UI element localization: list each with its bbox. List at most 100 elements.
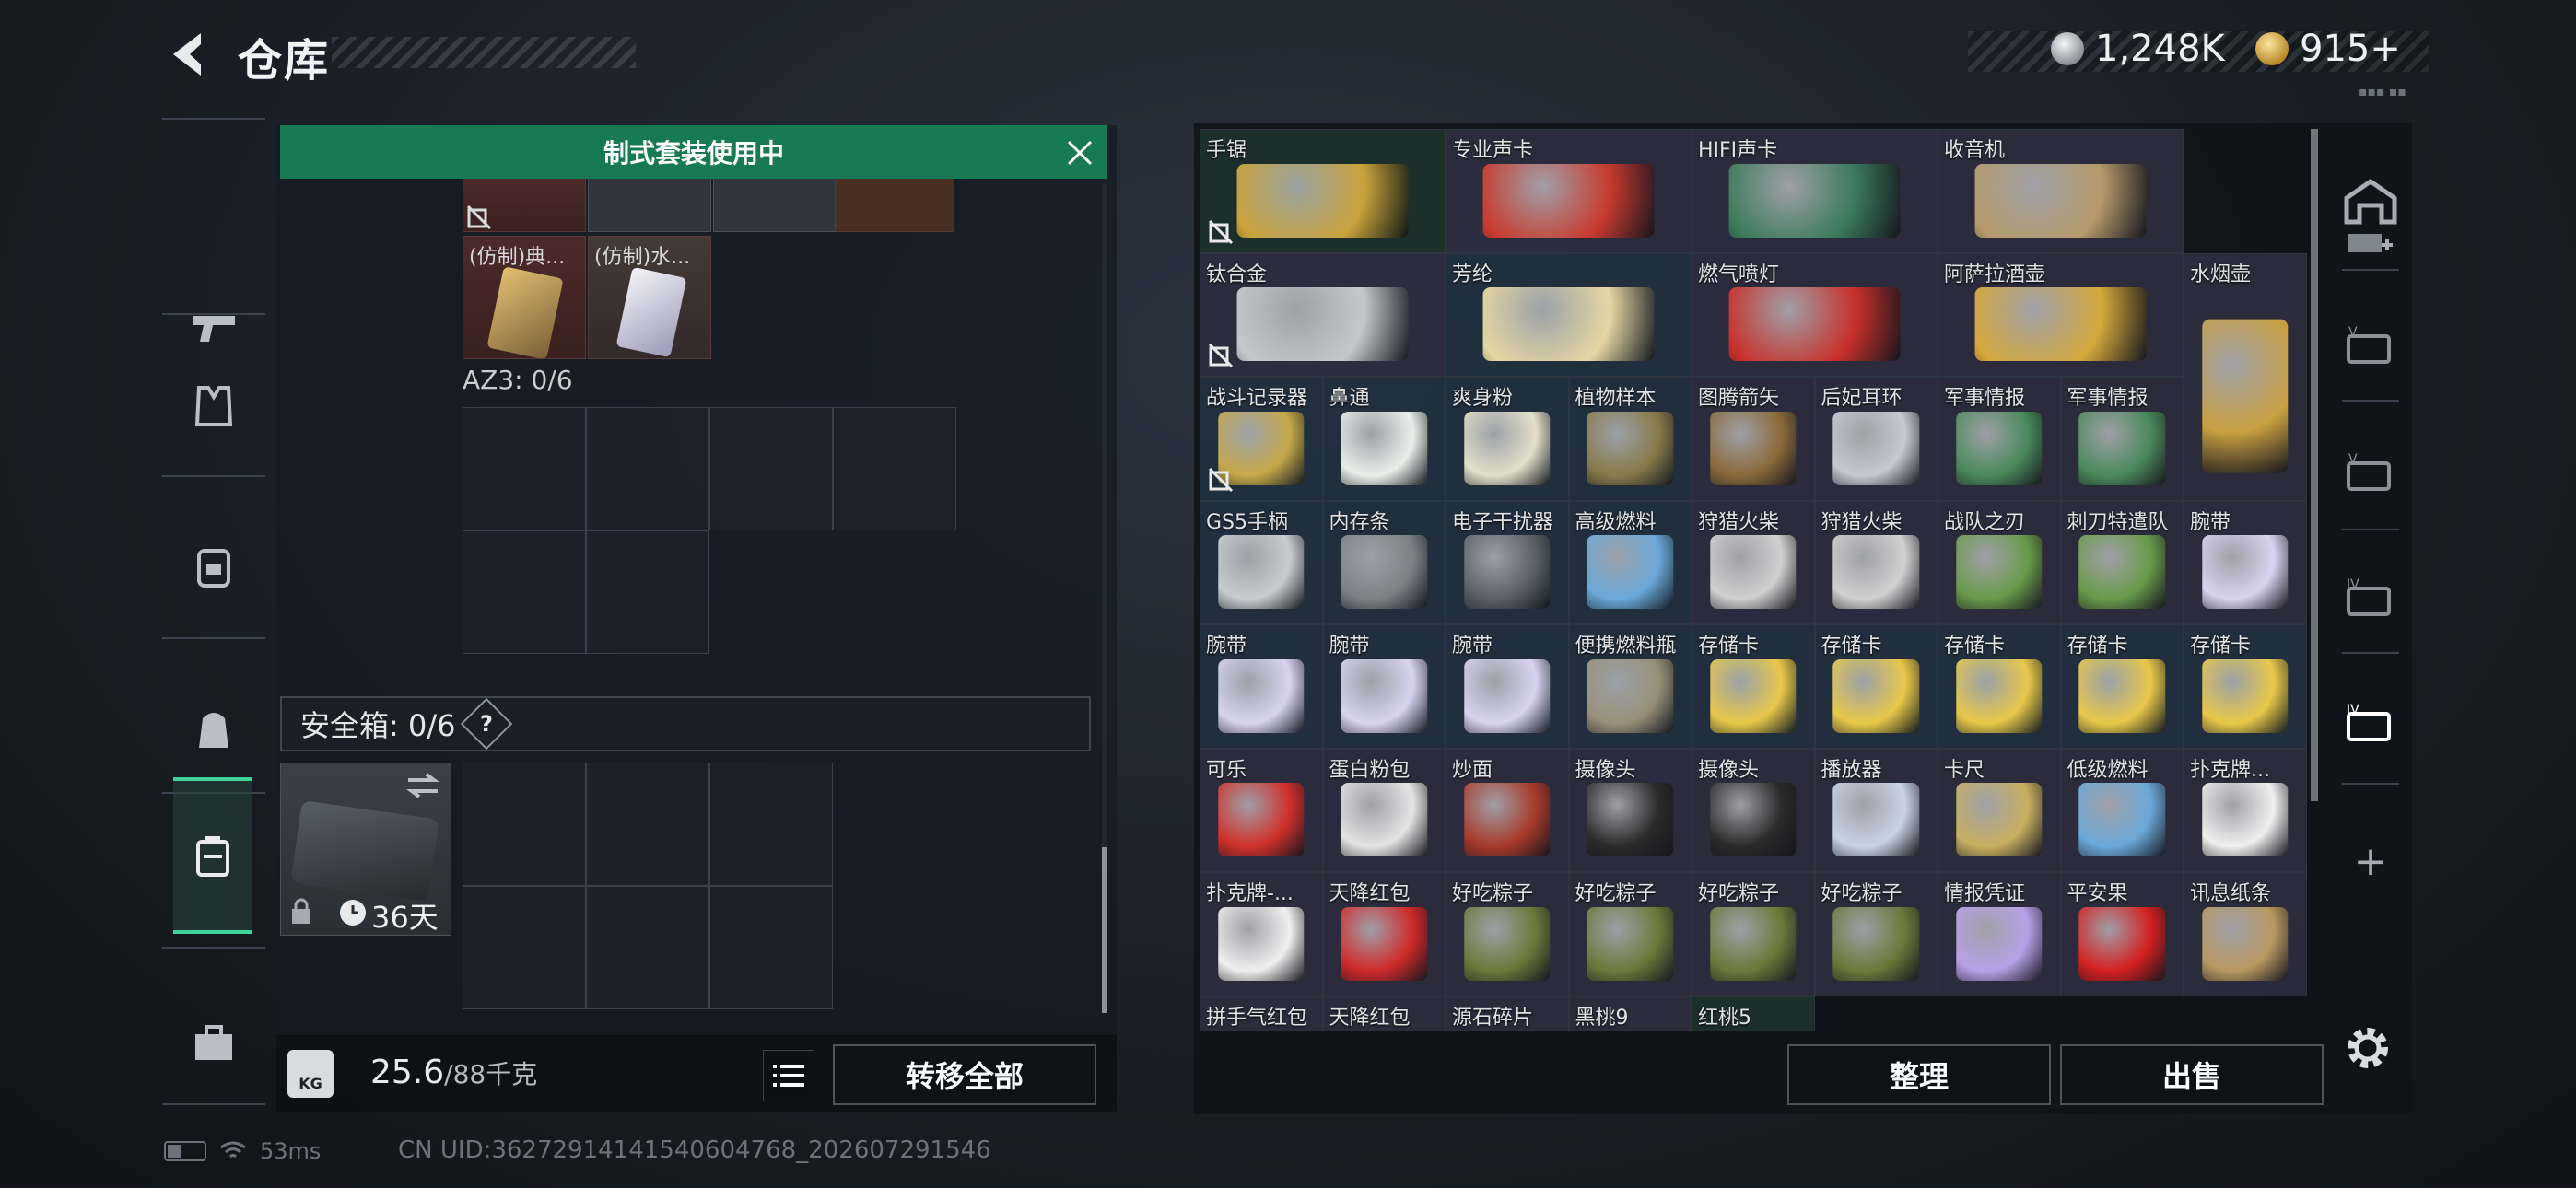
inventory-item[interactable]: 燃气喷灯 bbox=[1692, 252, 1938, 377]
inventory-item[interactable]: 天降红包 bbox=[1322, 872, 1446, 996]
tab-case-iv-1[interactable]: IV bbox=[2329, 538, 2412, 658]
inventory-item[interactable]: 可乐 bbox=[1200, 748, 1323, 872]
grid-slot[interactable] bbox=[463, 763, 586, 886]
inventory-item[interactable]: 平安果 bbox=[2060, 872, 2184, 996]
inventory-item[interactable]: 战队之刃 bbox=[1938, 500, 2061, 624]
inventory-item[interactable]: 讯息纸条 bbox=[2184, 872, 2307, 996]
grid-slot[interactable] bbox=[586, 407, 709, 530]
rail-rig[interactable] bbox=[162, 488, 265, 645]
inventory-item[interactable]: 狩猎火柴 bbox=[1692, 500, 1815, 624]
inventory-item[interactable]: 源石碎片 bbox=[1446, 996, 1569, 1031]
inventory-item[interactable]: 存储卡 bbox=[1938, 624, 2061, 749]
inventory-item[interactable]: 芳纶 bbox=[1446, 252, 1692, 377]
inventory-item[interactable]: 植物样本 bbox=[1568, 377, 1692, 501]
grid-slot[interactable] bbox=[586, 530, 709, 654]
inventory-item[interactable]: 腕带 bbox=[1200, 624, 1323, 749]
powder-can-icon bbox=[1464, 411, 1551, 485]
rail-safebox[interactable] bbox=[173, 777, 252, 934]
inventory-item[interactable]: 阿萨拉酒壶 bbox=[1938, 252, 2184, 377]
inventory-item[interactable]: 专业声卡 bbox=[1446, 129, 1692, 253]
inventory-item[interactable]: 摄像头 bbox=[1568, 748, 1692, 872]
inventory-item[interactable]: 扑克牌... bbox=[2184, 748, 2307, 872]
grid-slot[interactable] bbox=[709, 763, 833, 886]
grid-slot[interactable] bbox=[833, 407, 956, 530]
uid-text: CN UID:3627291414154060476​8_20260729154… bbox=[398, 1136, 991, 1164]
inventory-item[interactable]: HIFI声卡 bbox=[1692, 129, 1938, 253]
inventory-item[interactable]: 收音机 bbox=[1938, 129, 2184, 253]
banner-close-button[interactable] bbox=[1060, 133, 1100, 173]
grid-slot[interactable] bbox=[463, 407, 586, 530]
transfer-all-button[interactable]: 转移全部 bbox=[833, 1044, 1096, 1105]
inventory-item[interactable]: 军事情报 bbox=[1938, 377, 2061, 501]
inventory-item[interactable]: 水烟壶 bbox=[2184, 252, 2307, 501]
inventory-item[interactable]: 好吃粽子 bbox=[1446, 872, 1569, 996]
item-card[interactable]: (仿制)典... bbox=[463, 236, 586, 359]
item-name: 讯息纸条 bbox=[2190, 882, 2272, 905]
inventory-item[interactable]: 电子干扰器 bbox=[1446, 500, 1569, 624]
inventory-item[interactable]: 好吃粽子 bbox=[1692, 872, 1815, 996]
inventory-item[interactable]: 狩猎火柴 bbox=[1814, 500, 1938, 624]
silver-currency[interactable]: 1,248K bbox=[2051, 28, 2225, 70]
inventory-item[interactable]: 爽身粉 bbox=[1446, 377, 1569, 501]
inventory-item[interactable]: 播放器 bbox=[1814, 748, 1938, 872]
grid-slot[interactable] bbox=[709, 886, 833, 1009]
weight-readout: 25.6/88千克 bbox=[370, 1054, 538, 1091]
inventory-item[interactable]: 刺刀特遣队 bbox=[2060, 500, 2184, 624]
inventory-item[interactable]: 便携燃料瓶 bbox=[1568, 624, 1692, 749]
inventory-item[interactable]: GS5手柄 bbox=[1200, 500, 1323, 624]
tab-add-button[interactable]: + bbox=[2329, 801, 2412, 921]
inventory-item[interactable]: 好吃粽子 bbox=[1568, 872, 1692, 996]
gold-currency[interactable]: 915+ bbox=[2255, 28, 2401, 70]
back-button[interactable] bbox=[157, 26, 221, 83]
inventory-item[interactable]: 红桃5 bbox=[1692, 996, 1815, 1031]
inventory-item[interactable]: 腕带 bbox=[1446, 624, 1569, 749]
inventory-item[interactable]: 扑克牌-... bbox=[1200, 872, 1323, 996]
inventory-item[interactable]: 情报凭证 bbox=[1938, 872, 2061, 996]
inventory-item[interactable]: 后妃耳环 bbox=[1814, 377, 1938, 501]
settings-button[interactable] bbox=[2342, 1022, 2394, 1074]
tab-case-v-2[interactable]: V bbox=[2329, 413, 2412, 532]
grid-slot[interactable] bbox=[586, 886, 709, 1009]
inventory-item[interactable]: 存储卡 bbox=[2060, 624, 2184, 749]
inventory-item[interactable]: 低级燃料 bbox=[2060, 748, 2184, 872]
grid-slot[interactable] bbox=[586, 763, 709, 886]
inventory-item[interactable]: 拼手气红包 bbox=[1200, 996, 1323, 1031]
rail-armor[interactable] bbox=[162, 328, 265, 484]
list-view-button[interactable] bbox=[763, 1050, 814, 1101]
rail-toolbox[interactable] bbox=[162, 965, 265, 1122]
sort-button[interactable]: 整理 bbox=[1787, 1044, 2051, 1105]
inventory-item[interactable]: 战斗记录器 bbox=[1200, 377, 1323, 501]
inventory-item[interactable]: 腕带 bbox=[1322, 624, 1446, 749]
item-card[interactable]: (仿制)水... bbox=[588, 236, 711, 359]
left-scroll-thumb[interactable] bbox=[1102, 847, 1107, 1013]
inventory-item[interactable]: 存储卡 bbox=[1814, 624, 1938, 749]
grid-slot[interactable] bbox=[709, 407, 833, 530]
safe-case-slot[interactable]: 36天 bbox=[280, 763, 451, 936]
item-name: 炒面 bbox=[1452, 758, 1493, 782]
help-icon[interactable]: ? bbox=[461, 697, 513, 751]
item-name: 存储卡 bbox=[1698, 635, 1760, 658]
inventory-item[interactable]: 高级燃料 bbox=[1568, 500, 1692, 624]
inventory-item[interactable]: 好吃粽子 bbox=[1814, 872, 1938, 996]
inventory-item[interactable]: 图腾箭矢 bbox=[1692, 377, 1815, 501]
tab-case-v-1[interactable]: V bbox=[2329, 285, 2412, 405]
inventory-item[interactable]: 摄像头 bbox=[1692, 748, 1815, 872]
grid-slot[interactable] bbox=[463, 886, 586, 1009]
inventory-item[interactable]: 钛合金 bbox=[1200, 252, 1446, 377]
inventory-item[interactable]: 手锯 bbox=[1200, 129, 1446, 253]
tab-case-iv-2[interactable]: IV bbox=[2329, 663, 2412, 783]
inventory-item[interactable]: 存储卡 bbox=[1692, 624, 1815, 749]
sell-button[interactable]: 出售 bbox=[2060, 1044, 2324, 1105]
inventory-scrollbar[interactable] bbox=[2311, 129, 2318, 801]
inventory-item[interactable]: 卡尺 bbox=[1938, 748, 2061, 872]
inventory-item[interactable]: 腕带 bbox=[2184, 500, 2307, 624]
inventory-item[interactable]: 蛋白粉包 bbox=[1322, 748, 1446, 872]
inventory-item[interactable]: 天降红包 bbox=[1322, 996, 1446, 1031]
inventory-item[interactable]: 炒面 bbox=[1446, 748, 1569, 872]
inventory-item[interactable]: 存储卡 bbox=[2184, 624, 2307, 749]
grid-slot[interactable] bbox=[463, 530, 586, 654]
inventory-item[interactable]: 军事情报 bbox=[2060, 377, 2184, 501]
inventory-item[interactable]: 鼻通 bbox=[1322, 377, 1446, 501]
inventory-item[interactable]: 内存条 bbox=[1322, 500, 1446, 624]
inventory-item[interactable]: 黑桃9 bbox=[1568, 996, 1692, 1031]
